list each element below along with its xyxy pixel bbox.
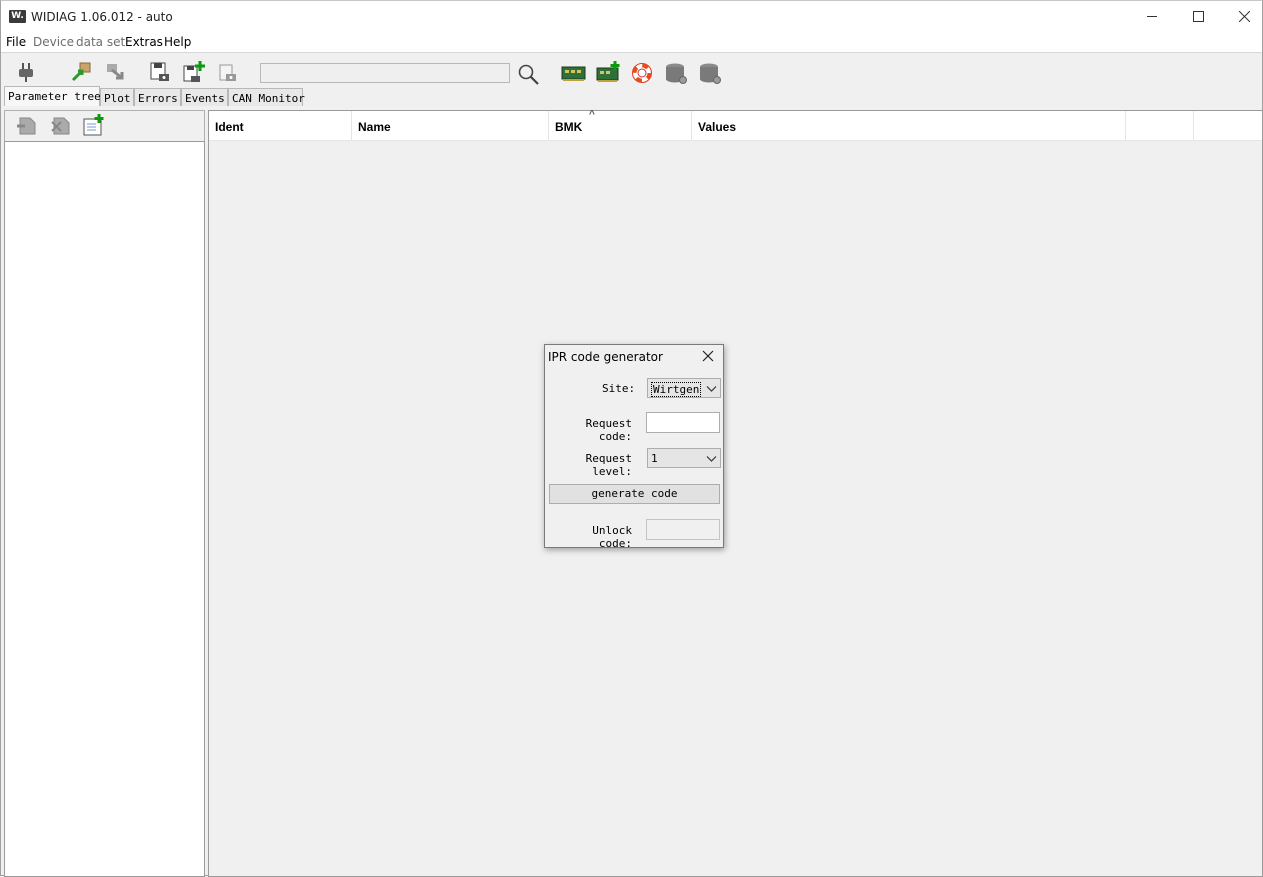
connect-plug-icon[interactable] bbox=[14, 60, 38, 84]
chevron-down-icon bbox=[706, 386, 717, 392]
column-header-name-label: Name bbox=[358, 120, 391, 134]
collapse-tree-icon[interactable] bbox=[15, 114, 39, 138]
download-icon[interactable] bbox=[104, 60, 128, 84]
request-level-select[interactable]: 1 bbox=[647, 448, 721, 468]
database-icon[interactable] bbox=[664, 61, 688, 85]
save-disabled-icon[interactable] bbox=[217, 60, 241, 84]
column-header-name[interactable]: Name ^ bbox=[352, 109, 595, 141]
title-bar: W. WIDIAG 1.06.012 - auto bbox=[1, 1, 1262, 32]
site-label: Site: bbox=[602, 382, 636, 395]
menu-data-set[interactable]: data set bbox=[76, 35, 125, 49]
request-code-input[interactable] bbox=[646, 412, 720, 433]
close-window-button[interactable] bbox=[1221, 1, 1263, 32]
ipr-code-generator-dialog: IPR code generator Site: Wirtgen Request… bbox=[544, 344, 724, 550]
site-select[interactable]: Wirtgen bbox=[647, 378, 721, 398]
menu-help[interactable]: Help bbox=[164, 35, 191, 49]
window-title: WIDIAG 1.06.012 - auto bbox=[31, 10, 173, 24]
chevron-down-icon bbox=[706, 456, 717, 462]
tab-errors[interactable]: Errors bbox=[134, 88, 181, 106]
column-header-bmk[interactable]: BMK bbox=[549, 111, 692, 141]
column-header-ident[interactable]: Ident bbox=[209, 111, 352, 141]
parameter-tree-panel[interactable] bbox=[4, 141, 205, 877]
lifebuoy-help-icon[interactable] bbox=[631, 62, 653, 84]
app-window: W. WIDIAG 1.06.012 - auto File Device da… bbox=[0, 0, 1263, 877]
table-header: Ident Name ^ BMK Values bbox=[209, 109, 1262, 141]
expand-tree-icon[interactable] bbox=[49, 114, 73, 138]
unlock-code-field[interactable] bbox=[646, 519, 720, 540]
tab-can-monitor[interactable]: CAN Monitor bbox=[228, 88, 305, 106]
generate-code-button[interactable]: generate code bbox=[549, 484, 720, 504]
save-disk-icon[interactable] bbox=[148, 60, 172, 84]
minimize-button[interactable] bbox=[1129, 1, 1175, 32]
tree-toolbar bbox=[4, 110, 205, 142]
parameter-table: Ident Name ^ BMK Values bbox=[208, 109, 1263, 877]
minimize-icon bbox=[1146, 16, 1157, 17]
site-select-value: Wirtgen bbox=[651, 382, 702, 397]
request-level-value: 1 bbox=[651, 452, 658, 465]
close-icon[interactable] bbox=[701, 349, 715, 363]
tab-plot[interactable]: Plot bbox=[100, 88, 134, 106]
request-level-label: Request level: bbox=[585, 452, 632, 478]
search-icon[interactable] bbox=[517, 63, 540, 85]
maximize-icon bbox=[1192, 11, 1204, 22]
request-code-label: Request code: bbox=[585, 417, 632, 443]
maximize-button[interactable] bbox=[1175, 1, 1221, 32]
search-input[interactable] bbox=[260, 63, 510, 83]
tab-parameter-tree[interactable]: Parameter tree bbox=[4, 86, 101, 106]
upload-package-icon[interactable] bbox=[69, 60, 93, 84]
menu-extras[interactable]: Extras bbox=[125, 35, 163, 49]
column-header-values[interactable]: Values bbox=[692, 111, 1126, 141]
save-add-icon[interactable] bbox=[182, 60, 206, 84]
menu-bar: File Device data set Extras Help bbox=[1, 32, 1262, 53]
database-2-icon[interactable] bbox=[698, 61, 722, 85]
column-header-extra-2[interactable] bbox=[1194, 111, 1262, 141]
app-logo-icon: W. bbox=[9, 10, 26, 23]
menu-device[interactable]: Device bbox=[33, 35, 74, 49]
unlock-code-label: Unlock code: bbox=[592, 524, 632, 550]
ecu-board-icon[interactable] bbox=[561, 62, 586, 84]
dialog-title: IPR code generator bbox=[548, 350, 663, 364]
ecu-board-add-icon[interactable] bbox=[596, 60, 621, 84]
tab-events[interactable]: Events bbox=[181, 88, 228, 106]
close-icon bbox=[1238, 11, 1250, 22]
column-header-extra-1[interactable] bbox=[1126, 111, 1194, 141]
add-node-icon[interactable] bbox=[82, 113, 106, 137]
menu-file[interactable]: File bbox=[6, 35, 26, 49]
